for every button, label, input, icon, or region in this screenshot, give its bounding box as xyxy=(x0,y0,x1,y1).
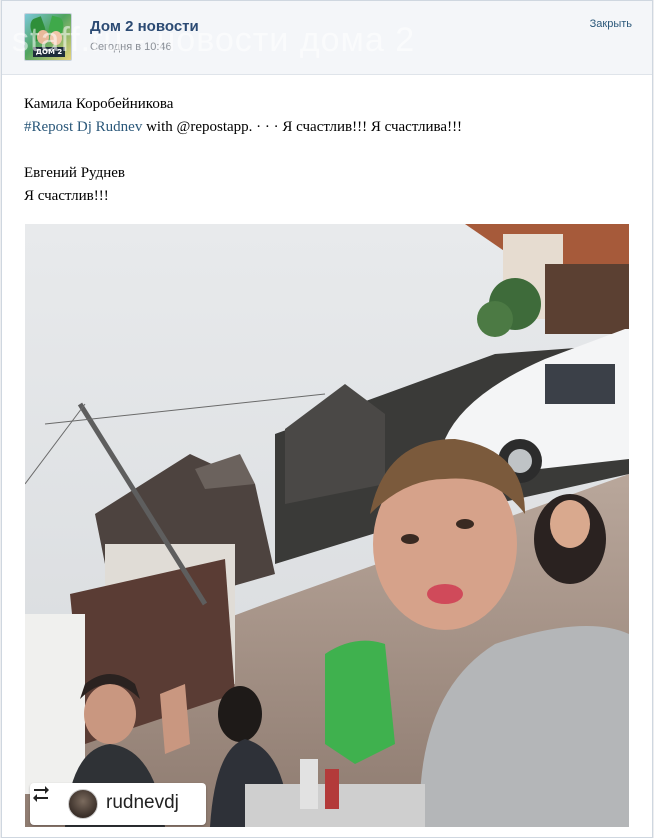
group-avatar[interactable]: ДОМ 2 xyxy=(24,13,72,61)
post-timestamp[interactable]: Сегодня в 10:46 xyxy=(90,41,172,53)
post-header: ДОМ 2 Дом 2 новости Сегодня в 10:46 Закр… xyxy=(2,1,652,75)
repost-badge: rudnevdj xyxy=(30,783,206,825)
close-button[interactable]: Закрыть xyxy=(590,18,632,30)
watermark: staff.ru - новости дома 2 xyxy=(12,21,416,59)
hashtag-link[interactable]: #Repost Dj Rudnev xyxy=(24,119,142,135)
group-name-link[interactable]: Дом 2 новости xyxy=(90,18,199,35)
quote-text: Я счастлив!!! xyxy=(24,188,109,204)
post-text: Камила Коробейникова #Repost Dj Rudnev w… xyxy=(24,93,634,208)
repost-icon xyxy=(33,786,49,802)
repost-text: with @repostapp. · · · Я счастлив!!! Я с… xyxy=(142,119,463,135)
post-author: Камила Коробейникова xyxy=(24,96,174,112)
badge-username: rudnevdj xyxy=(106,792,179,813)
repost-line: #Repost Dj Rudnev with @repostapp. · · ·… xyxy=(24,116,634,139)
avatar-logo: ДОМ 2 xyxy=(33,47,65,57)
user-avatar xyxy=(68,789,98,819)
post-photo[interactable]: rudnevdj xyxy=(25,224,629,827)
quote-author: Евгений Руднев xyxy=(24,165,125,181)
photo-scene xyxy=(25,224,629,827)
